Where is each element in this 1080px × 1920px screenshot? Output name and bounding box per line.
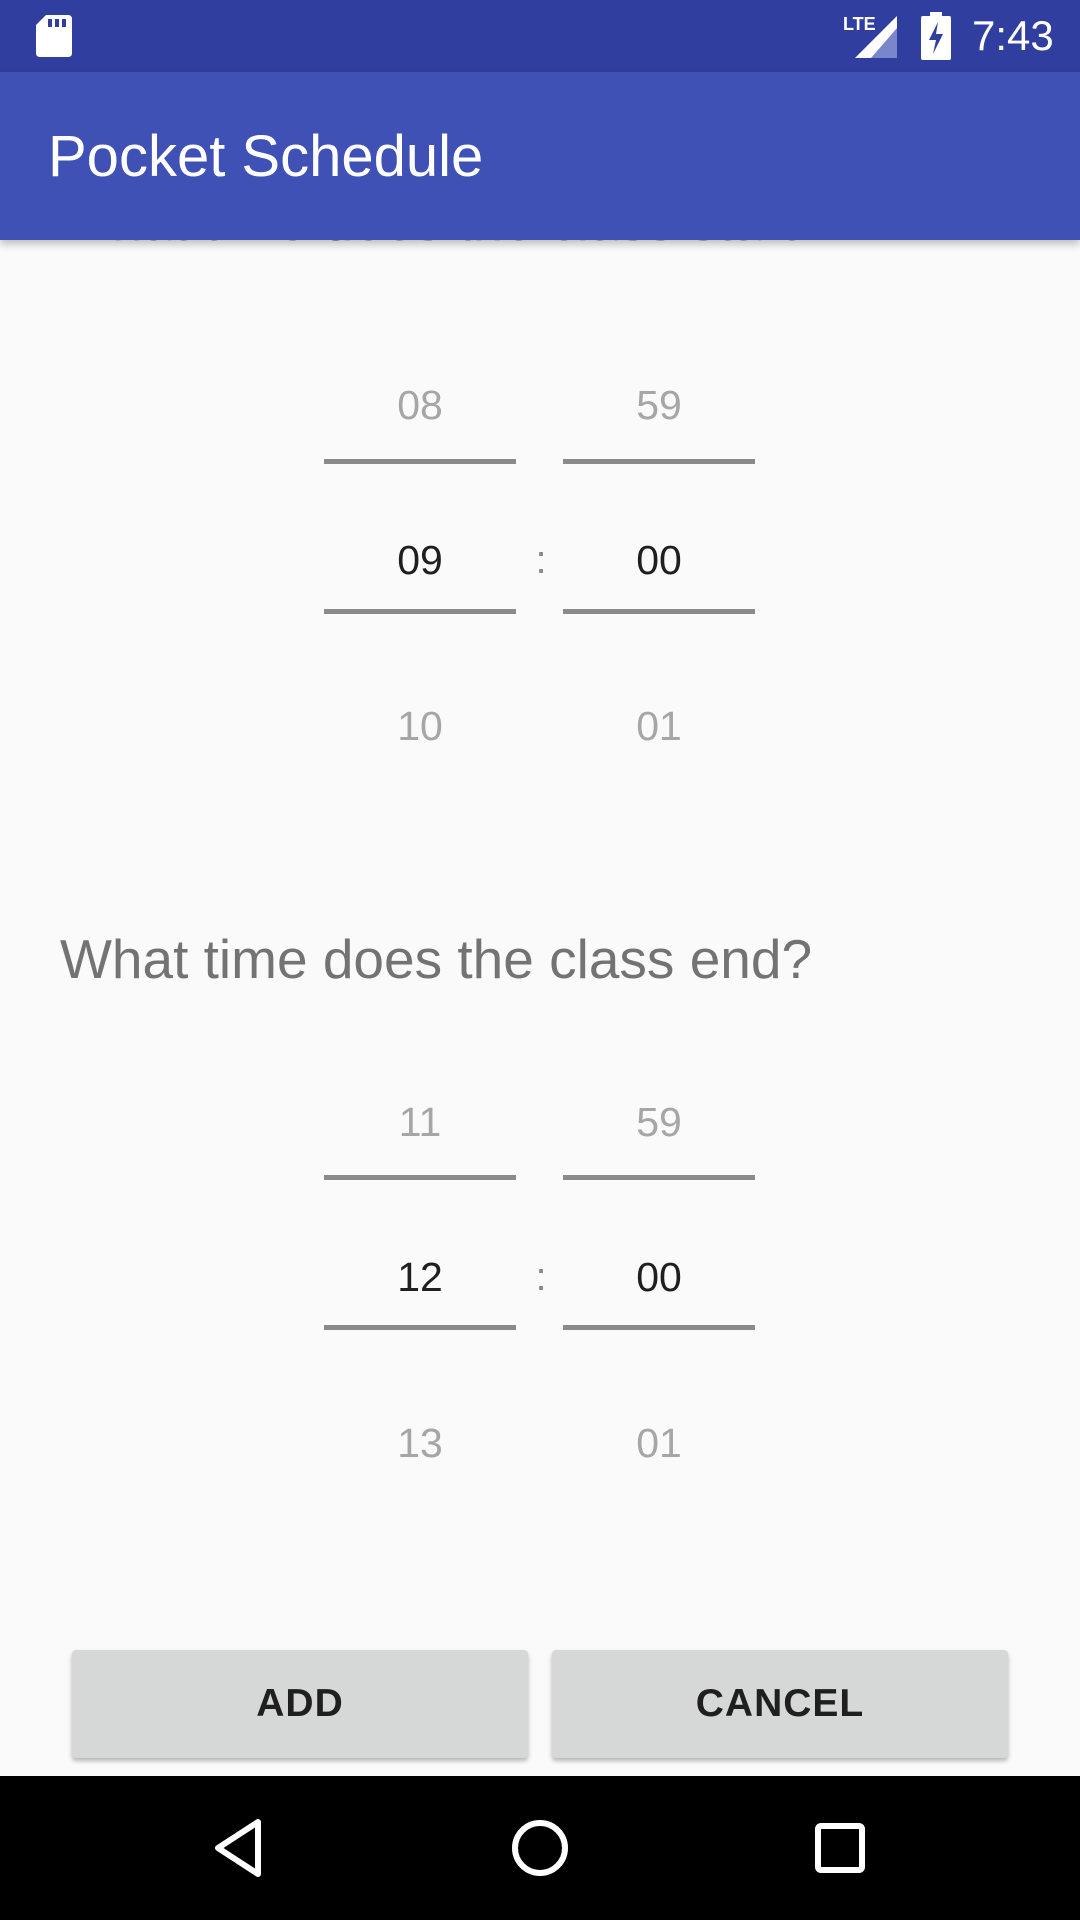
battery-charging-icon [921,12,951,60]
start-minute-divider-top [563,459,755,464]
end-time-question: What time does the class end? [60,928,813,990]
end-minute-divider-top [563,1175,755,1180]
start-hour-divider-bottom [324,609,516,614]
end-minute-divider-bottom [563,1325,755,1330]
end-minute-prev[interactable]: 59 [563,1098,755,1146]
end-minute-next[interactable]: 01 [563,1419,755,1467]
end-minute-picker[interactable]: 59 00 01 [563,1098,755,1578]
lte-signal-icon: LTE [843,14,897,58]
svg-text:LTE: LTE [843,14,876,34]
start-hour-prev[interactable]: 08 [324,381,516,429]
status-clock: 7:43 [972,12,1054,59]
cancel-button[interactable]: CANCEL [552,1650,1008,1758]
start-hour-divider-top [324,459,516,464]
start-hour-picker[interactable]: 08 09 10 [324,381,516,861]
start-minute-next[interactable]: 01 [563,702,755,750]
start-time-question: What time does the class start? [60,240,827,254]
end-hour-picker[interactable]: 11 12 13 [324,1098,516,1578]
schedule-form[interactable]: What time does the class start? 08 09 10… [0,240,1080,1776]
end-hour-next[interactable]: 13 [324,1419,516,1467]
start-time-separator: : [535,538,547,582]
start-hour-current[interactable]: 09 [324,536,516,584]
app-bar: Pocket Schedule [0,72,1080,240]
start-minute-picker[interactable]: 59 00 01 [563,381,755,861]
start-minute-divider-bottom [563,609,755,614]
back-icon[interactable] [204,1812,276,1884]
status-bar: LTE 7:43 [0,0,1080,72]
recents-icon[interactable] [804,1812,876,1884]
end-minute-current[interactable]: 00 [563,1253,755,1301]
start-minute-prev[interactable]: 59 [563,381,755,429]
navigation-bar [0,1776,1080,1920]
start-hour-next[interactable]: 10 [324,702,516,750]
add-button[interactable]: ADD [72,1650,528,1758]
sd-card-icon [36,15,72,57]
end-hour-current[interactable]: 12 [324,1253,516,1301]
end-time-separator: : [535,1255,547,1299]
end-hour-divider-bottom [324,1325,516,1330]
app-title: Pocket Schedule [48,124,484,189]
start-minute-current[interactable]: 00 [563,536,755,584]
home-icon[interactable] [504,1812,576,1884]
end-hour-divider-top [324,1175,516,1180]
end-hour-prev[interactable]: 11 [324,1098,516,1146]
